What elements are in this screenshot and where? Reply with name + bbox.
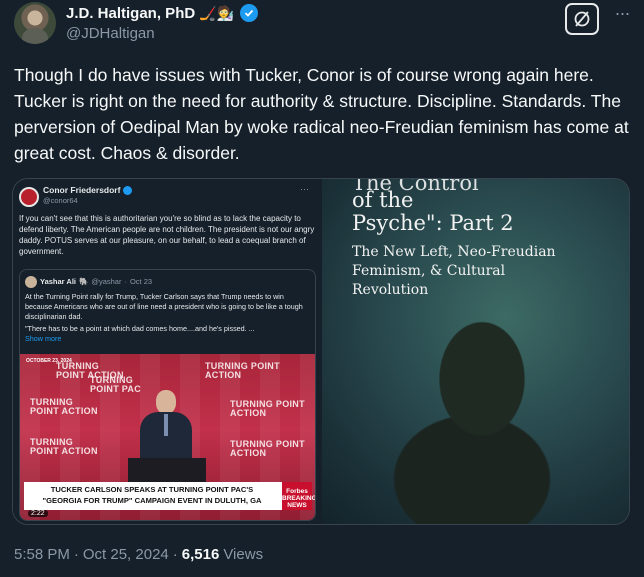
turning-point-logo: TURNING POINT ACTION: [30, 397, 98, 416]
grok-icon[interactable]: [565, 3, 599, 35]
quoted-screenshot-image[interactable]: Conor Friedersdorf @conor64 ··· If you c…: [13, 179, 322, 524]
inner-sep: ·: [124, 277, 127, 286]
article-title-block: of the Psyche": Part 2 The New Left, Neo…: [352, 189, 582, 300]
video-duration: 2:22: [28, 510, 48, 517]
footer-separator: ·: [73, 546, 79, 563]
inner-name: Yashar Ali: [40, 277, 76, 286]
quoted-avatar: [19, 187, 39, 207]
author-emoji: 🏒🧑‍🔬: [199, 4, 235, 21]
quoted-text: If you can't see that this is authoritar…: [19, 214, 315, 256]
turning-point-logo: TURNING POINT ACTION: [230, 399, 305, 418]
forbes-logo: Forbes BREAKING NEWS: [282, 482, 315, 510]
turning-point-logo: TURNING POINT ACTION: [205, 361, 280, 380]
quoted-verified-icon: [123, 185, 133, 195]
quoted-name: Conor Friedersdorf: [43, 185, 121, 195]
more-icon[interactable]: ···: [612, 4, 632, 26]
show-more-link: Show more: [25, 334, 62, 343]
inner-handle: @yashar: [91, 277, 122, 286]
news-banner-text: TUCKER CARLSON SPEAKS AT TURNING POINT P…: [42, 485, 262, 505]
tweet-date[interactable]: Oct 25, 2024: [83, 546, 169, 563]
turning-point-logo: TURNING POINT ACTION: [230, 439, 305, 458]
forbes-brand: Forbes: [286, 488, 308, 495]
verified-badge-icon[interactable]: [240, 4, 259, 22]
quoted-more-icon: ···: [300, 184, 309, 194]
inner-date: Oct 23: [129, 277, 153, 286]
footer-separator: ·: [172, 546, 178, 563]
news-banner: TUCKER CARLSON SPEAKS AT TURNING POINT P…: [24, 482, 315, 510]
inner-emoji: 🐘: [79, 277, 89, 286]
inner-text-quote: "There has to be a point at which dad co…: [25, 324, 255, 333]
quoted-handle: @conor64: [43, 196, 78, 205]
article-subtitle: The New Left, Neo-Freudian Feminism, & C…: [352, 244, 556, 298]
tweet-text: Though I do have issues with Tucker, Con…: [14, 65, 629, 163]
author-name[interactable]: J.D. Haltigan, PhD: [66, 5, 195, 22]
article-title-line2: Psyche": Part 2: [352, 211, 514, 235]
tweet-time[interactable]: 5:58 PM: [14, 546, 70, 563]
author-avatar[interactable]: [14, 2, 56, 44]
author-handle[interactable]: @JDHaltigan: [66, 25, 155, 42]
quoted-name-row: Conor Friedersdorf: [43, 185, 133, 195]
article-title-line1: of the: [352, 188, 414, 212]
views-count[interactable]: 6,516: [182, 546, 220, 563]
turning-point-logo: TURNING POINT ACTION: [30, 437, 98, 456]
inner-quoted-tweet: Yashar Ali 🐘 @yashar · Oct 23 At the Tur…: [19, 269, 316, 521]
video-thumbnail: OCTOBER 23, 2024 TURNING POINT ACTION TU…: [20, 354, 315, 520]
tweet-footer: 5:58 PM · Oct 25, 2024 · 6,516 Views: [14, 546, 263, 563]
author-name-row: J.D. Haltigan, PhD 🏒🧑‍🔬: [66, 4, 259, 22]
tweet-media[interactable]: Conor Friedersdorf @conor64 ··· If you c…: [12, 178, 630, 525]
article-cover-image[interactable]: The Control of the Psyche": Part 2 The N…: [322, 179, 629, 524]
inner-avatar: [25, 276, 37, 288]
views-label: Views: [223, 546, 264, 563]
inner-header: Yashar Ali 🐘 @yashar · Oct 23: [40, 277, 152, 286]
forbes-sub: BREAKING NEWS: [282, 495, 316, 509]
inner-text: At the Turning Point rally for Trump, Tu…: [25, 292, 303, 321]
